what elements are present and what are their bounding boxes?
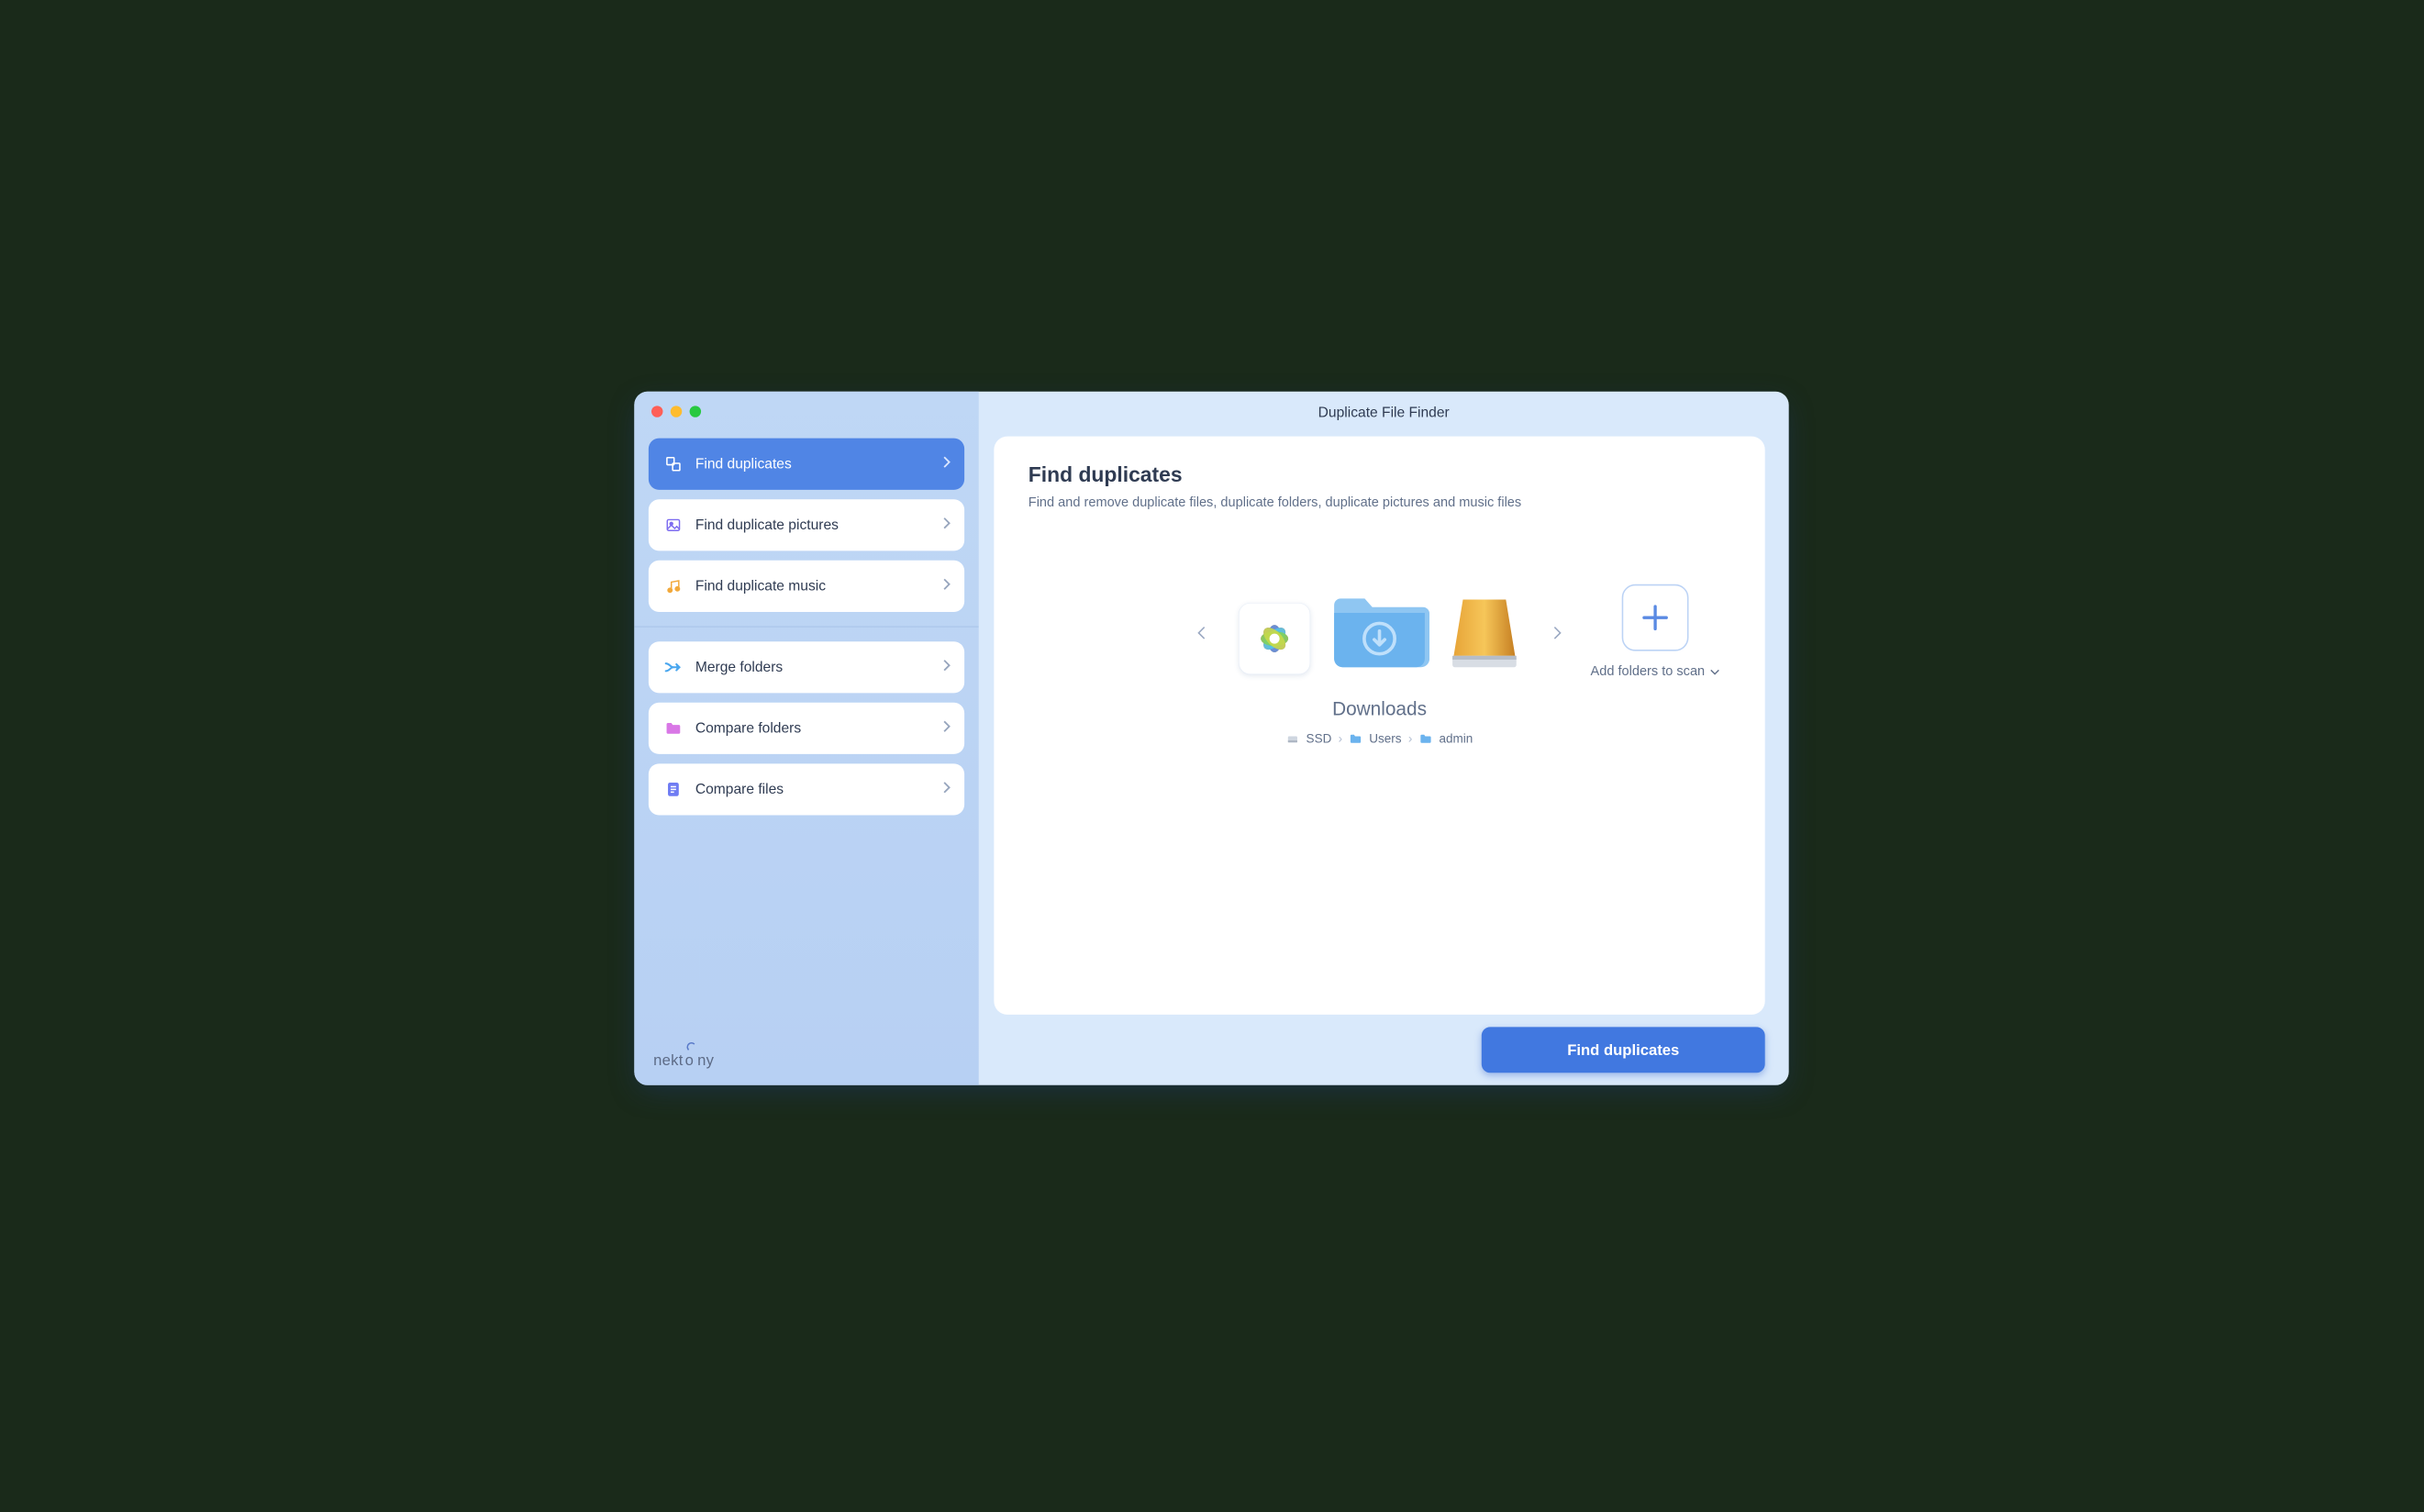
page-subtitle: Find and remove duplicate files, duplica… <box>1029 495 1730 510</box>
brand-logo: nektony <box>653 1051 714 1069</box>
find-duplicates-button[interactable]: Find duplicates <box>1482 1027 1765 1073</box>
add-folders-pane: Add folders to scan <box>1591 584 1720 679</box>
breadcrumb-segment[interactable]: admin <box>1439 731 1473 746</box>
chevron-right-icon <box>942 659 951 676</box>
footer-actions: Find duplicates <box>979 1015 1789 1085</box>
sidebar-item-label: Compare files <box>695 782 784 798</box>
image-icon <box>664 516 684 535</box>
chevron-right-icon <box>942 719 951 737</box>
sidebar-nav: Find duplicates Find duplicate pictures <box>649 439 964 816</box>
breadcrumb-segment[interactable]: SSD <box>1307 731 1332 746</box>
content-card: Find duplicates Find and remove duplicat… <box>994 437 1764 1015</box>
breadcrumb: SSD › Users › admin <box>1029 731 1730 746</box>
window-controls <box>649 406 964 417</box>
add-folder-label: Add folders to scan <box>1591 663 1706 679</box>
external-drive-icon <box>1449 595 1520 674</box>
scan-targets-row: Add folders to scan <box>1029 591 1730 674</box>
sidebar-item-find-duplicates[interactable]: Find duplicates <box>649 439 964 490</box>
sidebar-item-find-duplicate-pictures[interactable]: Find duplicate pictures <box>649 499 964 550</box>
photos-app-icon <box>1239 603 1310 674</box>
sidebar-item-find-duplicate-music[interactable]: Find duplicate music <box>649 561 964 612</box>
close-window-button[interactable] <box>651 406 662 417</box>
selected-target-block: Downloads SSD › Users › admin <box>1029 698 1730 746</box>
sidebar-item-compare-files[interactable]: Compare files <box>649 763 964 815</box>
breadcrumb-segment[interactable]: Users <box>1369 731 1401 746</box>
chevron-right-icon: › <box>1408 731 1413 746</box>
chevron-right-icon <box>942 517 951 534</box>
minimize-window-button[interactable] <box>671 406 682 417</box>
merge-icon <box>664 658 684 677</box>
internal-drive-icon <box>1286 732 1300 746</box>
sidebar-item-label: Merge folders <box>695 659 783 675</box>
chevron-right-icon: › <box>1339 731 1343 746</box>
folder-chip-icon <box>1349 732 1362 746</box>
layers-icon <box>664 454 684 473</box>
window-title: Duplicate File Finder <box>979 392 1789 434</box>
main-area: Duplicate File Finder Find duplicates Fi… <box>979 392 1789 1085</box>
zoom-window-button[interactable] <box>690 406 701 417</box>
scan-target-downloads[interactable] <box>1329 591 1429 674</box>
sidebar: Find duplicates Find duplicate pictures <box>634 392 978 1085</box>
document-icon <box>664 780 684 799</box>
app-window: Find duplicates Find duplicate pictures <box>634 392 1788 1085</box>
sidebar-item-label: Find duplicates <box>695 456 792 472</box>
window-title-text: Duplicate File Finder <box>1318 405 1450 421</box>
chevron-right-icon <box>942 781 951 798</box>
selected-target-name: Downloads <box>1029 698 1730 719</box>
page-title: Find duplicates <box>1029 463 1730 487</box>
scan-target-photos[interactable] <box>1239 603 1310 674</box>
downloads-folder-icon <box>1329 591 1429 674</box>
folder-icon <box>664 718 684 738</box>
music-icon <box>664 576 684 595</box>
sidebar-item-merge-folders[interactable]: Merge folders <box>649 641 964 693</box>
scan-targets-list <box>1239 591 1520 674</box>
sidebar-item-label: Compare folders <box>695 720 801 737</box>
sidebar-item-compare-folders[interactable]: Compare folders <box>649 703 964 754</box>
chevron-right-icon <box>942 578 951 595</box>
carousel-prev-button[interactable] <box>1191 622 1212 643</box>
chevron-down-icon <box>1709 663 1719 679</box>
sidebar-item-label: Find duplicate music <box>695 578 826 595</box>
carousel-next-button[interactable] <box>1547 622 1568 643</box>
add-folder-button[interactable] <box>1622 584 1689 651</box>
sidebar-divider <box>634 627 978 628</box>
sidebar-item-label: Find duplicate pictures <box>695 517 839 533</box>
chevron-right-icon <box>942 455 951 472</box>
folder-chip-icon <box>1419 732 1433 746</box>
scan-target-external-drive[interactable] <box>1449 595 1520 674</box>
add-folder-dropdown[interactable]: Add folders to scan <box>1591 663 1720 679</box>
